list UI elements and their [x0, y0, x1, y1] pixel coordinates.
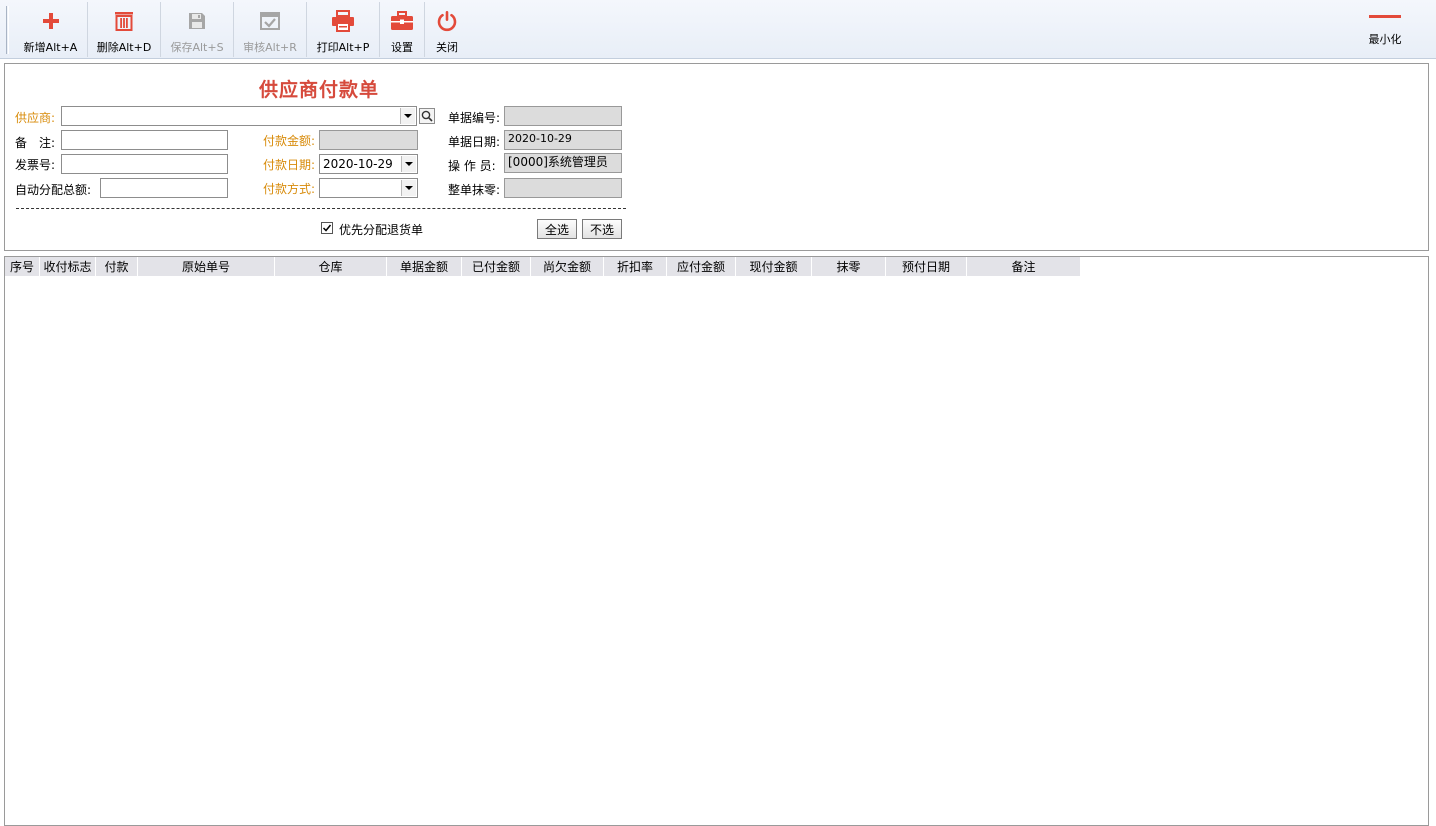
- amount-label: 付款金额:: [263, 134, 316, 148]
- toolbox-icon: [391, 11, 413, 30]
- column-header[interactable]: 折扣率: [604, 257, 667, 276]
- add-button-label: 新增Alt+A: [23, 41, 78, 54]
- minimize-label: 最小化: [1368, 33, 1402, 46]
- remark-input[interactable]: [61, 130, 228, 150]
- auto-total-label: 自动分配总额:: [15, 183, 92, 197]
- checkmark-icon: [322, 224, 332, 232]
- supplier-select[interactable]: [61, 106, 417, 126]
- pay-date-dropdown-icon[interactable]: [401, 156, 416, 172]
- invoice-label: 发票号:: [15, 158, 56, 172]
- amount-input[interactable]: [319, 130, 418, 150]
- search-icon: [421, 110, 433, 122]
- column-header[interactable]: 已付金额: [462, 257, 531, 276]
- column-header[interactable]: 付款: [96, 257, 138, 276]
- trash-icon: [115, 12, 133, 31]
- invoice-input[interactable]: [61, 154, 228, 174]
- column-header[interactable]: 收付标志: [40, 257, 96, 276]
- add-button[interactable]: 新增Alt+A: [14, 2, 88, 57]
- supplier-dropdown-icon[interactable]: [400, 108, 415, 124]
- supplier-search-button[interactable]: [419, 108, 435, 124]
- priority-return-checkbox[interactable]: [321, 222, 333, 234]
- toolbar: 新增Alt+A 删除Alt+D 保存Alt+S 审核Alt+R 打印Alt+P: [0, 0, 1436, 59]
- column-header[interactable]: 备注: [967, 257, 1081, 276]
- column-header[interactable]: 现付金额: [736, 257, 812, 276]
- print-button-label: 打印Alt+P: [316, 41, 370, 54]
- auto-total-input[interactable]: [100, 178, 228, 198]
- settings-button[interactable]: 设置: [380, 2, 425, 57]
- pay-method-dropdown-icon[interactable]: [401, 180, 416, 196]
- priority-return-label[interactable]: 优先分配退货单: [339, 221, 423, 238]
- form-panel: 供应商付款单 供应商: 备 注: 发票号: 自动分配总额: 付款金额: 付款日期…: [4, 63, 1429, 251]
- printer-icon: [332, 10, 354, 32]
- column-header[interactable]: 序号: [5, 257, 40, 276]
- doc-no-label: 单据编号:: [448, 111, 501, 125]
- print-button[interactable]: 打印Alt+P: [307, 2, 380, 57]
- save-button-label: 保存Alt+S: [170, 41, 224, 54]
- audit-button-label: 审核Alt+R: [243, 41, 297, 54]
- remark-label: 备 注:: [15, 136, 56, 150]
- audit-button[interactable]: 审核Alt+R: [234, 2, 307, 57]
- settings-button-label: 设置: [391, 41, 413, 54]
- close-button[interactable]: 关闭: [425, 2, 469, 57]
- operator-value: [0000]系统管理员: [508, 155, 608, 169]
- pay-method-select[interactable]: [319, 178, 418, 198]
- pay-method-label: 付款方式:: [263, 182, 316, 196]
- column-header[interactable]: 抹零: [812, 257, 886, 276]
- column-header[interactable]: 预付日期: [886, 257, 967, 276]
- delete-button-label: 删除Alt+D: [96, 41, 152, 54]
- grid-header: 序号 收付标志 付款 原始单号 仓库 单据金额 已付金额 尚欠金额 折扣率 应付…: [5, 257, 1081, 276]
- operator-input[interactable]: [0000]系统管理员: [504, 153, 622, 173]
- close-button-label: 关闭: [436, 41, 458, 54]
- select-none-button[interactable]: 不选: [582, 219, 622, 239]
- column-header[interactable]: 尚欠金额: [531, 257, 604, 276]
- select-all-button[interactable]: 全选: [537, 219, 577, 239]
- detail-grid[interactable]: 序号 收付标志 付款 原始单号 仓库 单据金额 已付金额 尚欠金额 折扣率 应付…: [4, 256, 1429, 826]
- doc-no-input[interactable]: [504, 106, 622, 126]
- power-icon: [437, 11, 457, 32]
- minimize-button[interactable]: 最小化: [1360, 8, 1410, 48]
- floppy-icon: [189, 13, 205, 29]
- plus-icon: [42, 13, 59, 29]
- minimize-icon: [1369, 15, 1401, 18]
- pay-date-value: 2020-10-29: [323, 157, 393, 171]
- column-header[interactable]: 应付金额: [667, 257, 736, 276]
- save-button[interactable]: 保存Alt+S: [161, 2, 234, 57]
- doc-date-input[interactable]: 2020-10-29: [504, 130, 622, 150]
- column-header[interactable]: 单据金额: [387, 257, 462, 276]
- rounding-label: 整单抹零:: [448, 183, 501, 197]
- pay-date-picker[interactable]: 2020-10-29: [319, 154, 418, 174]
- column-header[interactable]: 原始单号: [138, 257, 275, 276]
- supplier-label: 供应商:: [15, 111, 56, 125]
- column-header[interactable]: 仓库: [275, 257, 387, 276]
- operator-label: 操 作 员:: [448, 159, 496, 173]
- audit-icon: [260, 12, 280, 30]
- delete-button[interactable]: 删除Alt+D: [88, 2, 161, 57]
- dashed-divider: [16, 208, 626, 209]
- rounding-input[interactable]: [504, 178, 622, 198]
- page-title: 供应商付款单: [259, 79, 380, 101]
- pay-date-label: 付款日期:: [263, 158, 316, 172]
- doc-date-value: 2020-10-29: [508, 132, 572, 145]
- toolbar-grip[interactable]: [6, 6, 9, 54]
- doc-date-label: 单据日期:: [448, 135, 501, 149]
